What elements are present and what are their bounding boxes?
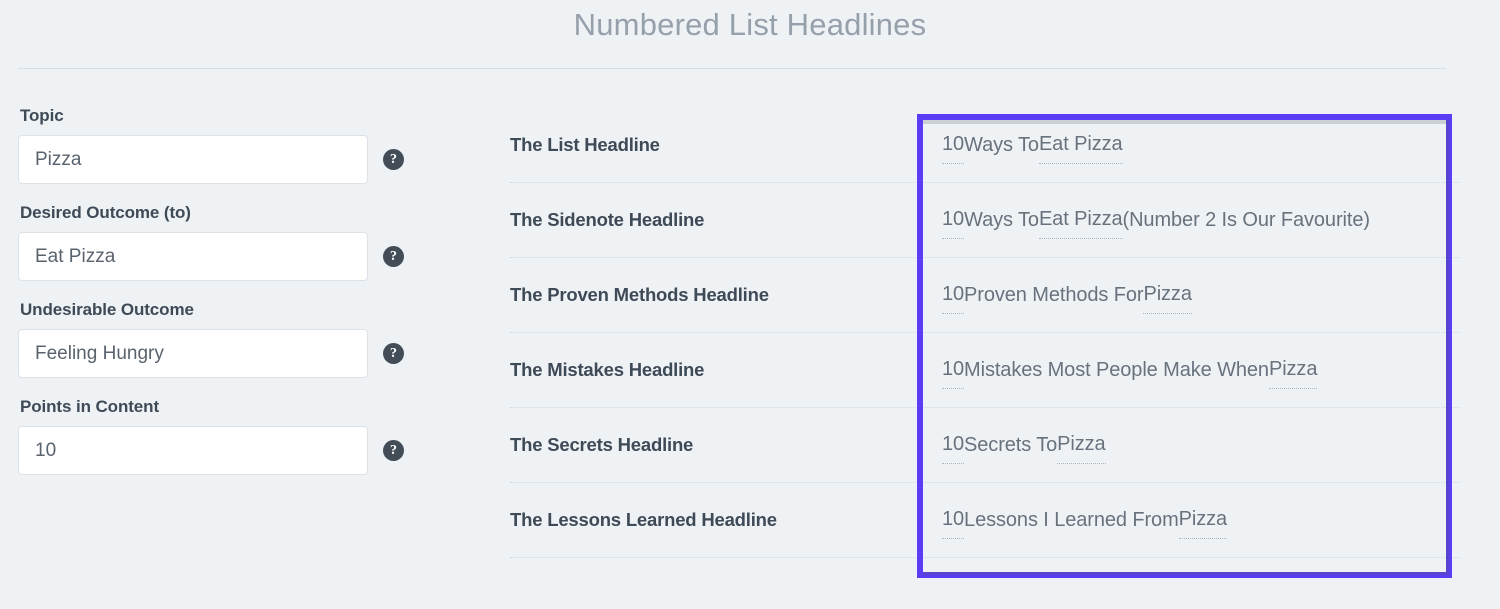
field-label-points-in-content: Points in Content	[20, 397, 160, 416]
headline-type-label-the-proven-methods-headline: The Proven Methods Headline	[510, 284, 769, 305]
field-row-desired-outcome-to: ?	[18, 232, 438, 281]
headline-variable-token: 10	[942, 126, 964, 164]
help-icon-points-in-content[interactable]: ?	[383, 440, 404, 461]
field-row-points-in-content: ?	[18, 426, 438, 475]
table-row: The Mistakes Headline 10 Mistakes Most Pe…	[510, 333, 1460, 408]
headline-variable-token: 10	[942, 276, 964, 314]
headline-value-the-lessons-learned-headline[interactable]: 10 Lessons I Learned From Pizza	[918, 483, 1460, 557]
headline-variable-token: Pizza	[1178, 501, 1227, 539]
highlight-box-shadow	[923, 120, 1446, 124]
headline-value-the-secrets-headline[interactable]: 10 Secrets To Pizza	[918, 408, 1460, 482]
headline-type-label-the-list-headline: The List Headline	[510, 134, 660, 155]
field-label-desired-outcome-to: Desired Outcome (to)	[20, 203, 191, 222]
input-topic[interactable]	[18, 135, 368, 184]
headline-variable-token: Pizza	[1268, 351, 1317, 389]
field-label-topic: Topic	[20, 106, 64, 125]
help-icon-topic[interactable]: ?	[383, 149, 404, 170]
headline-results-table: The List Headline 10 Ways To Eat Pizza The…	[510, 108, 1460, 558]
input-points-in-content[interactable]	[18, 426, 368, 475]
help-icon-desired-outcome-to[interactable]: ?	[383, 246, 404, 267]
headline-variable-token: Eat Pizza	[1038, 201, 1123, 239]
field-label-undesirable-outcome: Undesirable Outcome	[20, 300, 194, 319]
help-icon-undesirable-outcome[interactable]: ?	[383, 343, 404, 364]
field-row-undesirable-outcome: ?	[18, 329, 438, 378]
headline-static-token: Mistakes Most People Make When	[964, 358, 1269, 381]
headline-variable-token: Pizza	[1057, 426, 1106, 464]
headline-static-token: Secrets To	[964, 433, 1058, 456]
headline-value-the-mistakes-headline[interactable]: 10 Mistakes Most People Make When Pizza	[918, 333, 1460, 407]
headline-variable-token: Eat Pizza	[1038, 126, 1123, 164]
field-group-topic: Topic?	[18, 106, 438, 184]
field-group-undesirable-outcome: Undesirable Outcome?	[18, 300, 438, 378]
table-row: The Lessons Learned Headline 10 Lessons I…	[510, 483, 1460, 558]
input-undesirable-outcome[interactable]	[18, 329, 368, 378]
headline-value-the-proven-methods-headline[interactable]: 10 Proven Methods For Pizza	[918, 258, 1460, 332]
headline-type-label-the-lessons-learned-headline: The Lessons Learned Headline	[510, 509, 777, 530]
headline-variable-token: Pizza	[1143, 276, 1192, 314]
headline-static-token: Ways To	[964, 208, 1039, 231]
input-desired-outcome-to[interactable]	[18, 232, 368, 281]
field-row-topic: ?	[18, 135, 438, 184]
headline-variable-token: 10	[942, 501, 964, 539]
headline-value-the-sidenote-headline[interactable]: 10 Ways To Eat Pizza (Number 2 Is Our Fa…	[918, 183, 1460, 257]
headline-static-token: Ways To	[964, 133, 1039, 156]
headline-variable-token: 10	[942, 426, 964, 464]
table-row: The Sidenote Headline 10 Ways To Eat Pizz…	[510, 183, 1460, 258]
field-group-desired-outcome-to: Desired Outcome (to)?	[18, 203, 438, 281]
headline-variable-token: 10	[942, 351, 964, 389]
headline-type-label-the-secrets-headline: The Secrets Headline	[510, 434, 694, 455]
headline-type-label-the-mistakes-headline: The Mistakes Headline	[510, 359, 705, 380]
headline-static-token: Proven Methods For	[964, 283, 1144, 306]
headline-type-label-the-sidenote-headline: The Sidenote Headline	[510, 209, 705, 230]
headline-variable-token: 10	[942, 201, 964, 239]
field-group-points-in-content: Points in Content?	[18, 397, 438, 475]
table-row: The Proven Methods Headline 10 Proven Met…	[510, 258, 1460, 333]
table-row: The Secrets Headline 10 Secrets To Pizza	[510, 408, 1460, 483]
headline-static-token: (Number 2 Is Our Favourite)	[1122, 208, 1370, 231]
header-divider	[18, 68, 1446, 69]
headline-static-token: Lessons I Learned From	[964, 508, 1179, 531]
input-form: Topic?Desired Outcome (to)?Undesirable O…	[18, 106, 438, 494]
page-title: Numbered List Headlines	[573, 7, 927, 42]
